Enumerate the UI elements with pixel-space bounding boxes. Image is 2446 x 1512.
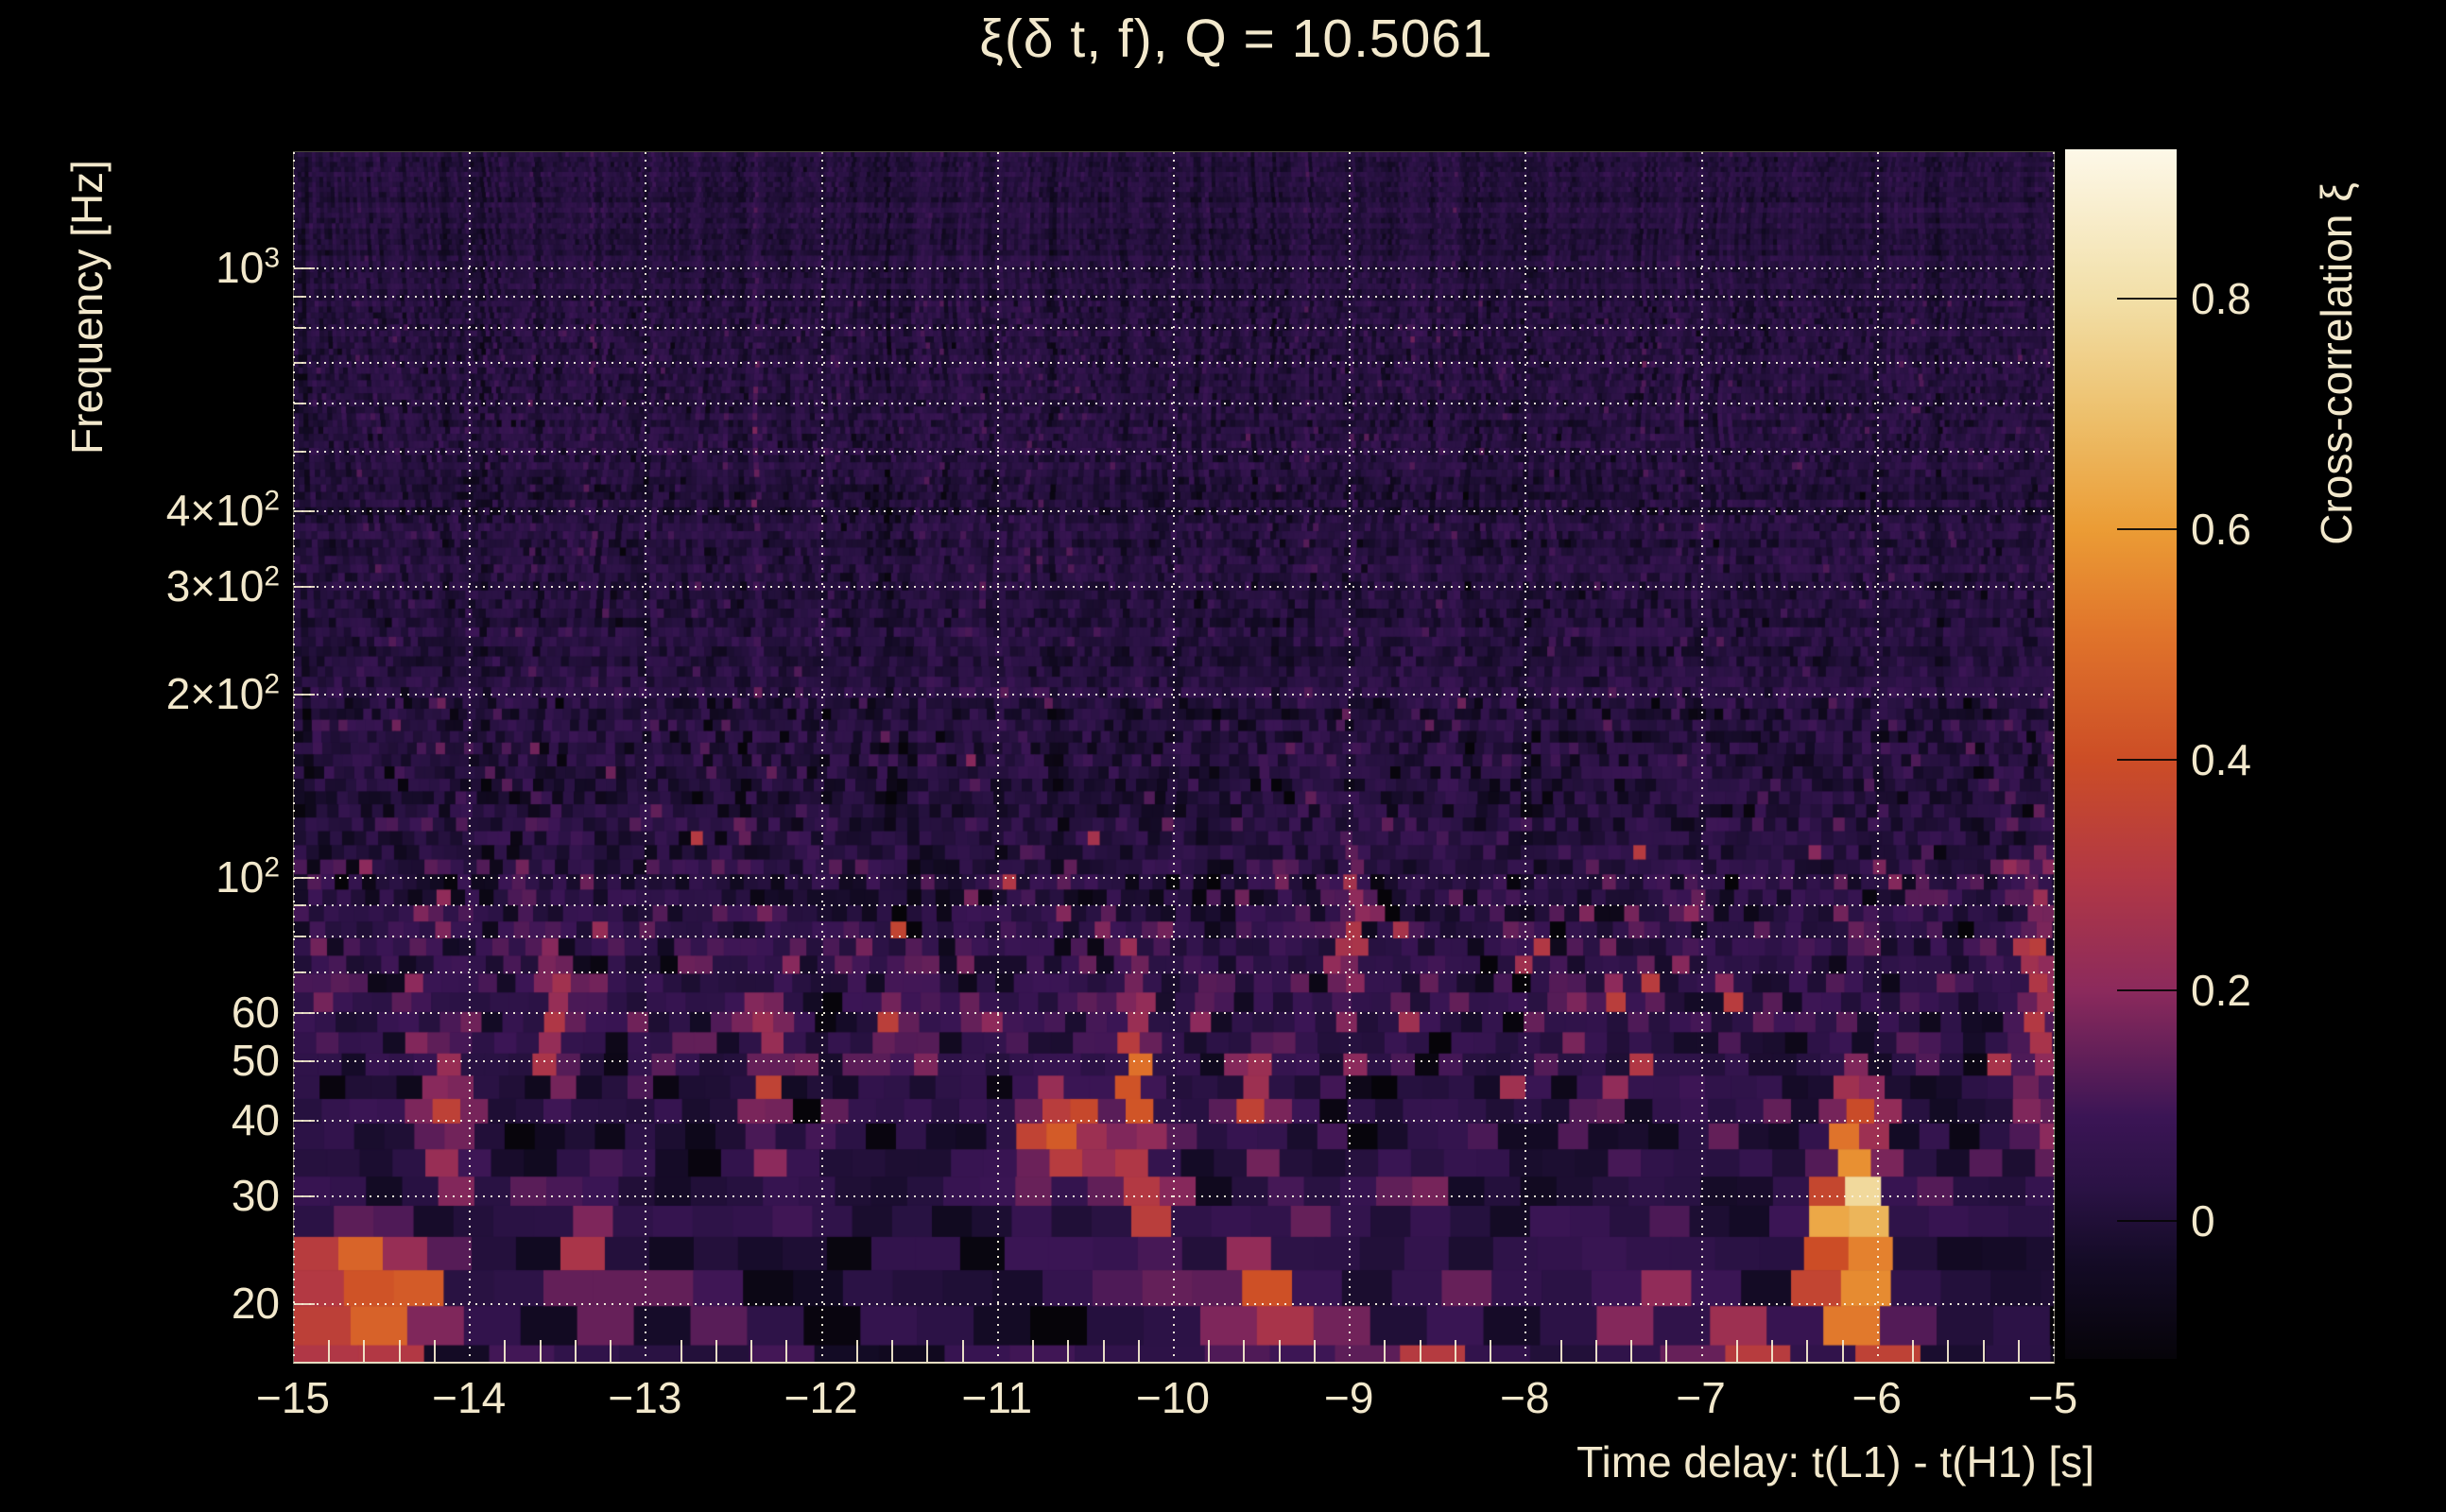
x-minor-tick [1420,1340,1421,1362]
x-minor-tick [1630,1340,1632,1362]
y-minor-tick [294,1120,315,1122]
heatmap-canvas [294,152,2054,1362]
colorbar-tick-label: 0 [2191,1195,2215,1246]
x-minor-tick [680,1340,682,1362]
x-minor-tick [1983,1340,1985,1362]
y-minor-tick [294,1195,315,1197]
y-tick-label: 4×102 [166,485,280,536]
y-tick-label: 2×102 [166,668,280,719]
x-minor-tick [1806,1340,1808,1362]
x-minor-tick [1314,1340,1316,1362]
colorbar-tick [2117,298,2177,300]
x-minor-tick [1665,1340,1667,1362]
x-minor-tick [962,1340,964,1362]
y-tick-label: 30 [232,1170,280,1221]
x-minor-tick [1384,1340,1386,1362]
x-minor-tick [1842,1340,1844,1362]
x-tick-label: −6 [1852,1372,1902,1423]
x-minor-tick [1560,1340,1562,1362]
x-minor-tick [1103,1340,1105,1362]
y-minor-tick [294,877,315,879]
x-minor-tick [363,1340,365,1362]
x-minor-tick [1947,1340,1949,1362]
y-tick-label: 20 [232,1278,280,1329]
y-minor-tick [294,327,306,329]
y-tick-label: 50 [232,1035,280,1086]
x-minor-tick [2018,1340,2020,1362]
y-tick-label: 103 [215,242,280,293]
x-tick-label: −15 [256,1372,330,1423]
x-minor-tick [1771,1340,1773,1362]
colorbar-tick [2117,528,2177,530]
y-minor-tick [294,296,306,298]
x-minor-tick [715,1340,717,1362]
x-tick-label: −9 [1324,1372,1373,1423]
x-minor-tick [1208,1340,1210,1362]
x-tick-label: −10 [1136,1372,1210,1423]
y-minor-tick [294,362,306,364]
y-minor-tick [294,694,315,696]
y-minor-tick [294,267,315,269]
colorbar-tick-label: 0.8 [2191,273,2251,324]
colorbar-gradient [2065,149,2177,1359]
x-minor-tick [1032,1340,1034,1362]
colorbar-tick-label: 0.4 [2191,734,2251,785]
x-tick-label: −5 [2028,1372,2077,1423]
x-tick-label: −8 [1500,1372,1549,1423]
y-minor-tick [294,904,306,906]
y-minor-tick [294,586,315,588]
x-minor-tick [1455,1340,1456,1362]
x-tick-label: −13 [608,1372,681,1423]
colorbar-tick [2117,989,2177,991]
colorbar-tick [2117,1220,2177,1222]
x-minor-tick [434,1340,436,1362]
x-minor-tick [399,1340,401,1362]
x-minor-tick [1138,1340,1140,1362]
x-minor-tick [504,1340,506,1362]
x-minor-tick [1243,1340,1245,1362]
y-minor-tick [294,971,306,973]
y-minor-tick [294,936,306,937]
figure-canvas: ξ(δ t, f), Q = 10.5061 Frequency [Hz] −1… [0,0,2446,1512]
x-minor-tick [856,1340,858,1362]
x-tick-label: −14 [432,1372,506,1423]
x-minor-tick [575,1340,577,1362]
y-tick-label: 60 [232,987,280,1038]
x-axis-title: Time delay: t(L1) - t(H1) [s] [1576,1436,2094,1487]
x-minor-tick [540,1340,542,1362]
x-minor-tick [926,1340,928,1362]
x-minor-tick [328,1340,330,1362]
x-tick-label: −7 [1676,1372,1725,1423]
x-minor-tick [610,1340,612,1362]
y-minor-tick [294,1060,315,1062]
y-minor-tick [294,451,306,453]
y-minor-tick [294,1012,315,1014]
y-tick-label: 3×102 [166,560,280,611]
colorbar [2065,149,2177,1359]
x-minor-tick [1595,1340,1597,1362]
x-minor-tick [891,1340,893,1362]
y-axis-title: Frequency [Hz] [61,160,112,455]
chart-title: ξ(δ t, f), Q = 10.5061 [293,8,2179,70]
y-tick-label: 102 [215,851,280,902]
colorbar-tick-label: 0.2 [2191,965,2251,1016]
x-minor-tick [1490,1340,1491,1362]
x-tick-label: −11 [961,1372,1032,1423]
x-minor-tick [1067,1340,1069,1362]
y-tick-label: 40 [232,1094,280,1145]
plot-area [293,151,2055,1364]
x-minor-tick [750,1340,752,1362]
x-minor-tick [1912,1340,1914,1362]
x-minor-tick [1279,1340,1281,1362]
colorbar-title: Cross-correlation ξ [2311,182,2362,545]
y-minor-tick [294,403,306,404]
x-minor-tick [1736,1340,1738,1362]
y-minor-tick [294,510,315,512]
x-minor-tick [785,1340,787,1362]
colorbar-tick [2117,759,2177,761]
y-minor-tick [294,1303,315,1305]
x-tick-label: −12 [784,1372,858,1423]
colorbar-tick-label: 0.6 [2191,504,2251,555]
